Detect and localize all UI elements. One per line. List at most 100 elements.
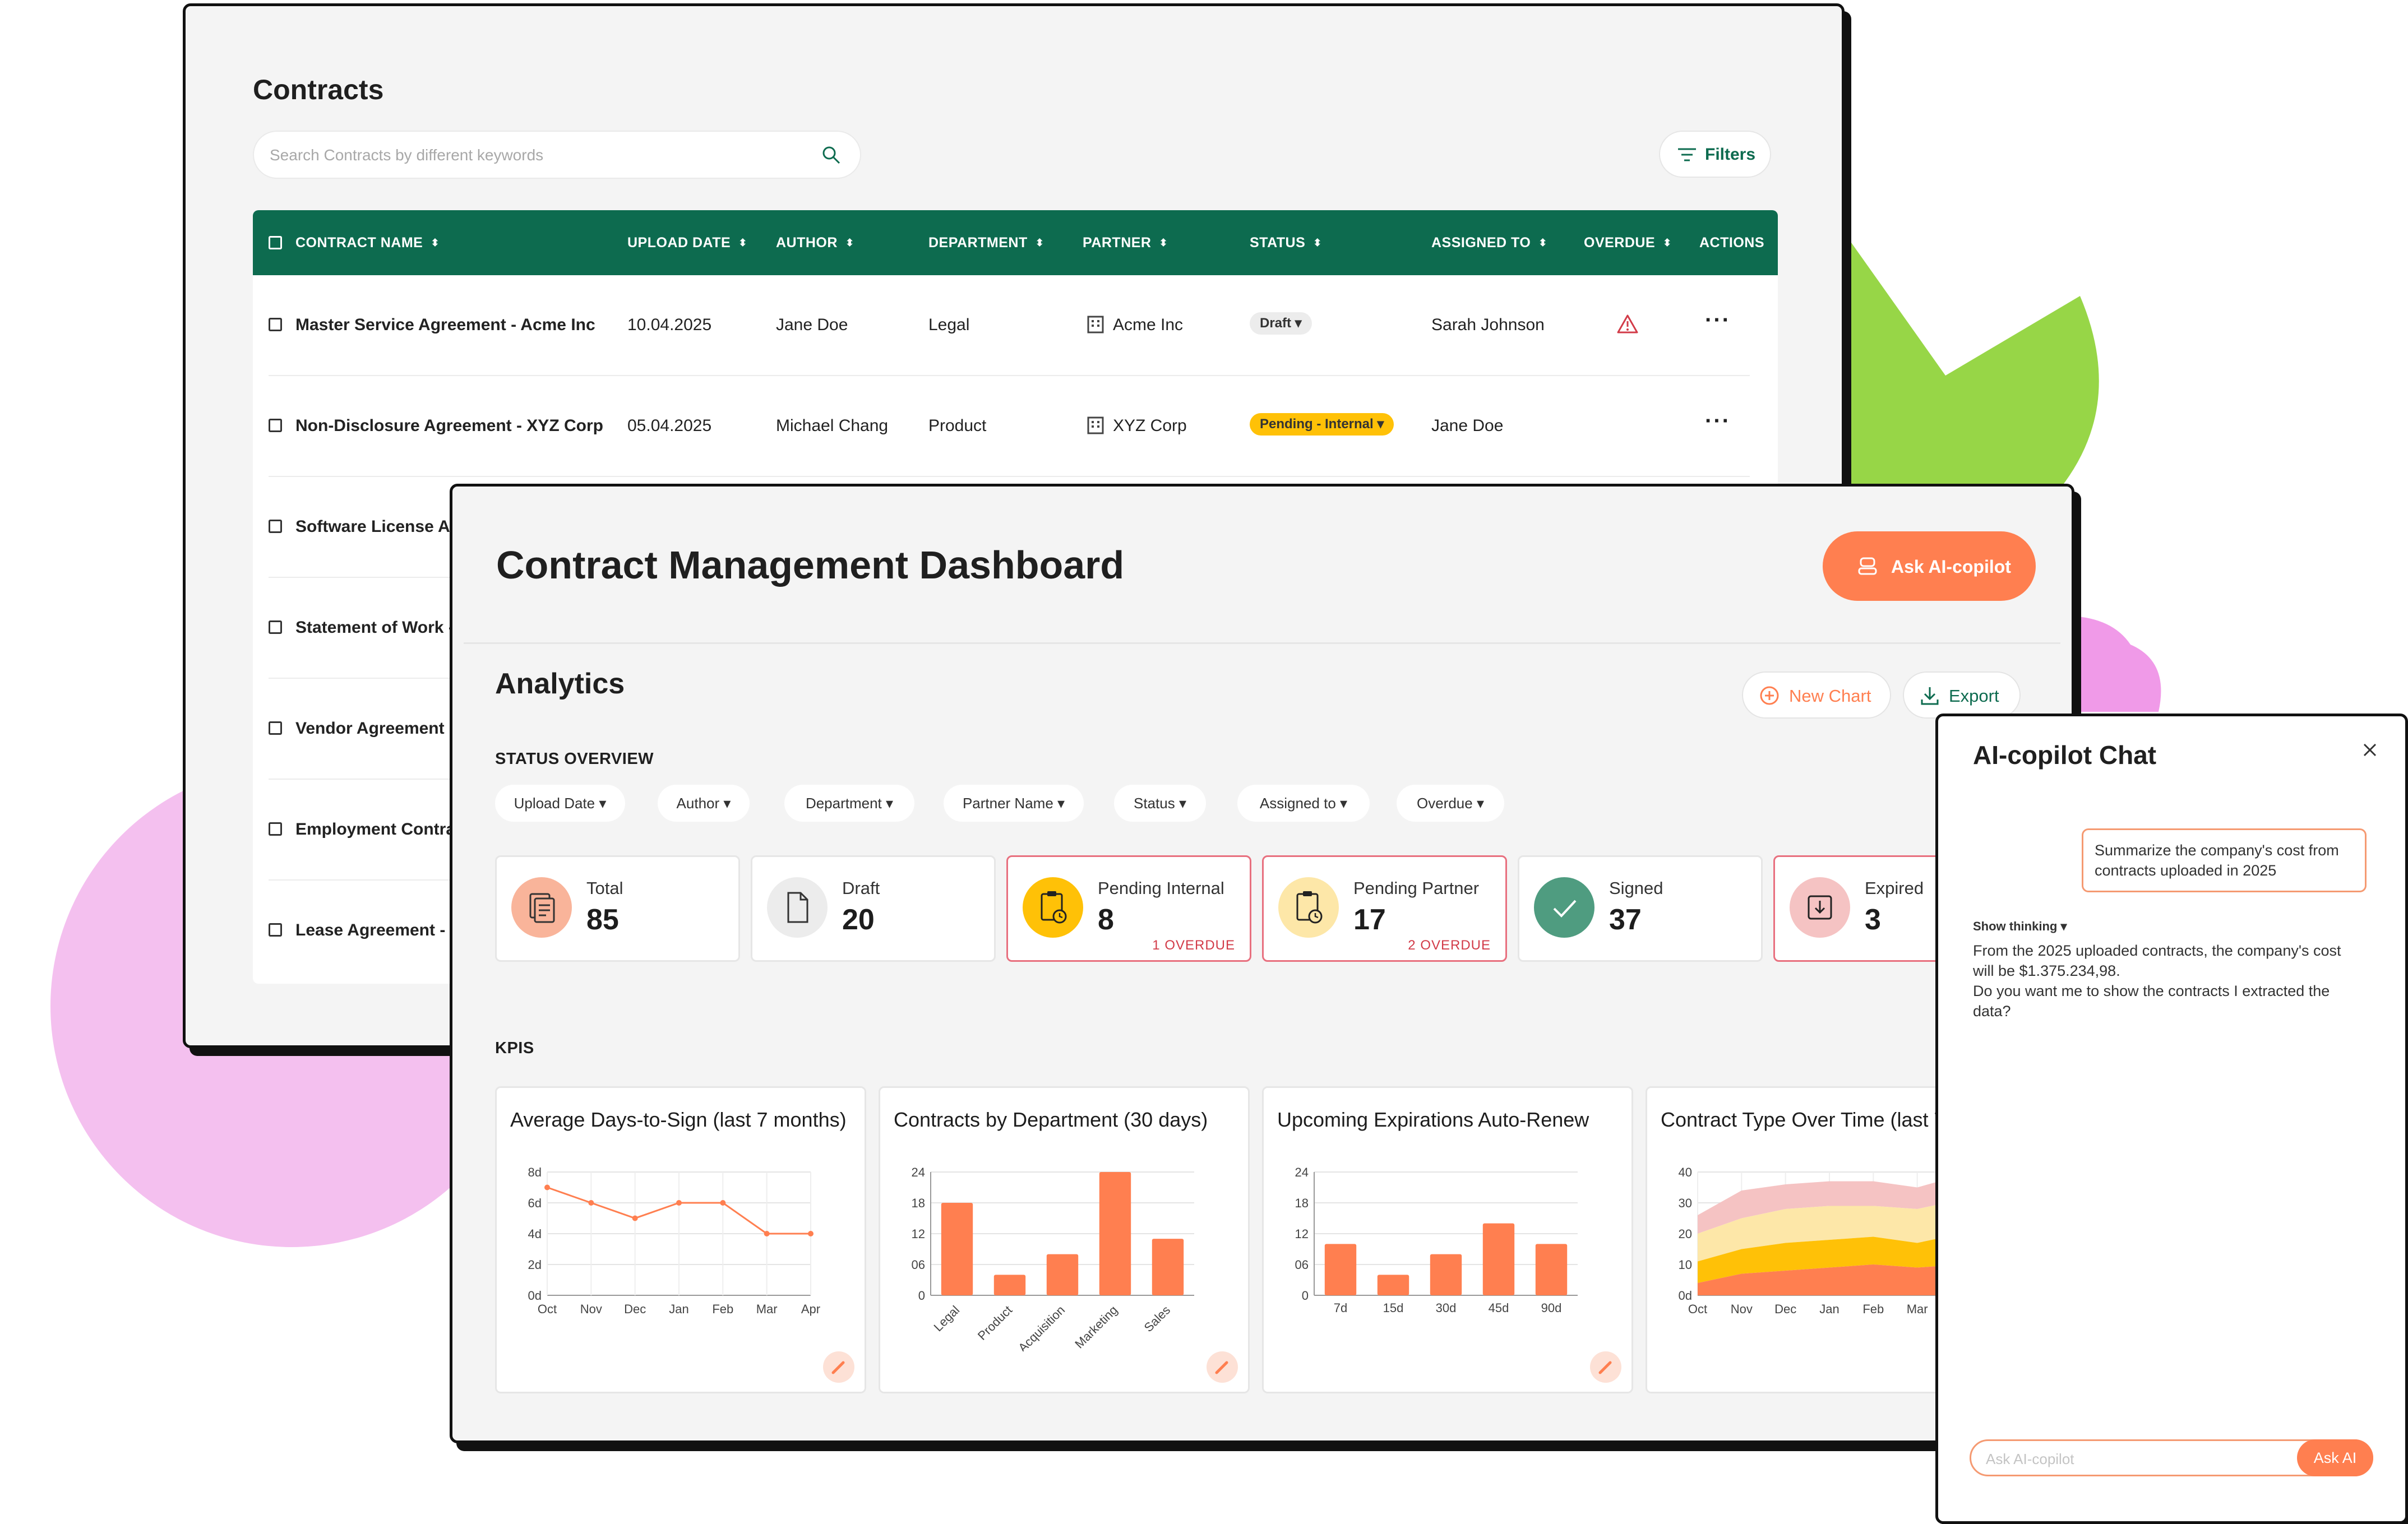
- contract-name[interactable]: Employment Contra: [295, 820, 455, 839]
- bar: [1377, 1275, 1409, 1295]
- bar: [1482, 1223, 1515, 1295]
- x-tick-label: Feb: [712, 1302, 733, 1316]
- column-header[interactable]: PARTNER ⬍: [1083, 235, 1168, 251]
- contract-name[interactable]: Non-Disclosure Agreement - XYZ Corp: [295, 416, 603, 436]
- overdue-count: 2 OVERDUE: [1408, 938, 1491, 953]
- status-card-value: 3: [1865, 904, 1881, 936]
- filter-chip-partner-name[interactable]: Partner Name ▾: [944, 785, 1084, 822]
- row-checkbox[interactable]: [269, 419, 282, 432]
- x-tick-label: Marketing: [1072, 1303, 1120, 1351]
- kpi-card-days-to-sign[interactable]: Average Days-to-Sign (last 7 months) 0d 2…: [495, 1086, 866, 1393]
- ask-copilot-button[interactable]: Ask AI-copilot: [1823, 531, 2036, 601]
- filters-label: Filters: [1705, 145, 1756, 164]
- ask-ai-button[interactable]: Ask AI: [2297, 1439, 2373, 1476]
- clipboard-clock-icon: [1278, 877, 1339, 938]
- edit-chart-button[interactable]: [1207, 1351, 1238, 1383]
- table-header: CONTRACT NAME ⬍ UPLOAD DATE ⬍ AUTHOR ⬍ DEPA…: [253, 210, 1778, 275]
- status-card-pending-partner[interactable]: Pending Partner 17 2 OVERDUE: [1262, 855, 1507, 962]
- select-all-checkbox[interactable]: [269, 236, 282, 249]
- data-point: [808, 1231, 814, 1236]
- contract-name[interactable]: Vendor Agreement -: [295, 719, 455, 738]
- x-tick-label: Dec: [624, 1302, 646, 1316]
- contract-name[interactable]: Software License Ag: [295, 517, 460, 536]
- contract-name[interactable]: Master Service Agreement - Acme Inc: [295, 316, 595, 335]
- row-checkbox[interactable]: [269, 620, 282, 634]
- kpi-card-contracts-by-department[interactable]: Contracts by Department (30 days) 0 06 12 1…: [879, 1086, 1250, 1393]
- x-tick-label: 7d: [1334, 1301, 1347, 1315]
- y-tick-label: 0: [1302, 1289, 1309, 1303]
- table-row[interactable]: Non-Disclosure Agreement - XYZ Corp 05.0…: [253, 376, 1778, 477]
- kpi-card-upcoming-expirations[interactable]: Upcoming Expirations Auto-Renew 0 06 12 18 2…: [1262, 1086, 1633, 1393]
- y-tick-label: 24: [912, 1165, 925, 1179]
- filter-icon: [1678, 148, 1696, 161]
- status-card-total[interactable]: Total 85: [495, 855, 740, 962]
- status-card-value: 20: [842, 904, 875, 936]
- contract-name[interactable]: Lease Agreement - L: [295, 921, 460, 940]
- status-badge[interactable]: Pending - Internal ▾: [1250, 413, 1394, 436]
- bar: [993, 1275, 1026, 1295]
- row-checkbox[interactable]: [269, 822, 282, 836]
- y-tick-label: 06: [1295, 1258, 1309, 1272]
- show-thinking-toggle[interactable]: Show thinking ▾: [1973, 919, 2067, 934]
- y-tick-label: 18: [1295, 1196, 1309, 1210]
- check-icon: [1534, 877, 1594, 938]
- x-tick-label: Sales: [1141, 1303, 1173, 1335]
- status-card-label: Expired: [1865, 878, 1924, 898]
- kpi-title: Average Days-to-Sign (last 7 months): [510, 1108, 847, 1131]
- contracts-title: Contracts: [253, 74, 384, 105]
- x-tick-label: 30d: [1436, 1301, 1457, 1315]
- author: Jane Doe: [776, 316, 848, 334]
- filters-button[interactable]: Filters: [1659, 131, 1771, 178]
- status-card-signed[interactable]: Signed 37: [1518, 855, 1763, 962]
- status-card-pending-internal[interactable]: Pending Internal 8 1 OVERDUE: [1006, 855, 1251, 962]
- column-header[interactable]: CONTRACT NAME ⬍: [295, 235, 440, 251]
- filter-chip-status[interactable]: Status ▾: [1114, 785, 1206, 822]
- status-card-value: 8: [1098, 904, 1114, 936]
- department: Legal: [928, 316, 970, 334]
- row-actions-menu[interactable]: ···: [1705, 308, 1731, 333]
- bar: [1099, 1172, 1131, 1295]
- bar-chart-by-department: 0 06 12 18 24 Legal Product Acquisition Marketin…: [912, 1165, 1194, 1351]
- ai-copilot-chat-window: AI-copilot Chat Summarize the company's …: [1935, 714, 2408, 1524]
- y-tick-label: 24: [1295, 1165, 1309, 1179]
- filter-chip-overdue[interactable]: Overdue ▾: [1397, 785, 1504, 822]
- export-button[interactable]: Export: [1903, 671, 2021, 719]
- new-chart-button[interactable]: New Chart: [1742, 671, 1891, 719]
- overdue-count: 1 OVERDUE: [1152, 938, 1235, 953]
- column-header[interactable]: ASSIGNED TO ⬍: [1431, 235, 1547, 251]
- row-checkbox[interactable]: [269, 318, 282, 331]
- y-tick-label: 12: [912, 1227, 925, 1241]
- close-icon[interactable]: [2360, 740, 2380, 760]
- row-checkbox[interactable]: [269, 520, 282, 533]
- status-badge[interactable]: Draft ▾: [1250, 312, 1312, 335]
- row-actions-menu[interactable]: ···: [1705, 409, 1731, 434]
- row-checkbox[interactable]: [269, 923, 282, 937]
- column-header[interactable]: UPLOAD DATE ⬍: [627, 235, 747, 251]
- table-row[interactable]: Master Service Agreement - Acme Inc 10.0…: [253, 275, 1778, 376]
- column-header[interactable]: AUTHOR ⬍: [776, 235, 854, 251]
- data-point: [544, 1184, 550, 1191]
- bar: [1324, 1244, 1357, 1295]
- status-card-label: Pending Partner: [1353, 878, 1480, 898]
- contracts-search-input[interactable]: Search Contracts by different keywords: [253, 131, 861, 179]
- filter-chip-department[interactable]: Department ▾: [784, 785, 914, 822]
- filter-chip-author[interactable]: Author ▾: [658, 785, 750, 822]
- edit-chart-button[interactable]: [823, 1351, 854, 1383]
- x-tick-label: Nov: [580, 1302, 602, 1316]
- archive-download-icon: [1790, 877, 1850, 938]
- column-header[interactable]: STATUS ⬍: [1250, 235, 1322, 251]
- chat-input[interactable]: Ask AI-copilot Ask AI: [1970, 1439, 2373, 1476]
- search-icon[interactable]: [820, 144, 843, 166]
- contract-name[interactable]: Statement of Work -: [295, 618, 454, 637]
- filter-chip-upload-date[interactable]: Upload Date ▾: [495, 785, 625, 822]
- column-header[interactable]: OVERDUE ⬍: [1584, 235, 1672, 251]
- status-card-draft[interactable]: Draft 20: [751, 855, 996, 962]
- analytics-title: Analytics: [495, 668, 625, 700]
- clipboard-clock-icon: [1023, 877, 1083, 938]
- column-header[interactable]: DEPARTMENT ⬍: [928, 235, 1044, 251]
- filter-chip-assigned-to[interactable]: Assigned to ▾: [1237, 785, 1370, 822]
- edit-chart-button[interactable]: [1590, 1351, 1621, 1383]
- row-checkbox[interactable]: [269, 721, 282, 735]
- y-tick-label: 40: [1679, 1165, 1692, 1179]
- x-tick-label: Mar: [756, 1302, 778, 1316]
